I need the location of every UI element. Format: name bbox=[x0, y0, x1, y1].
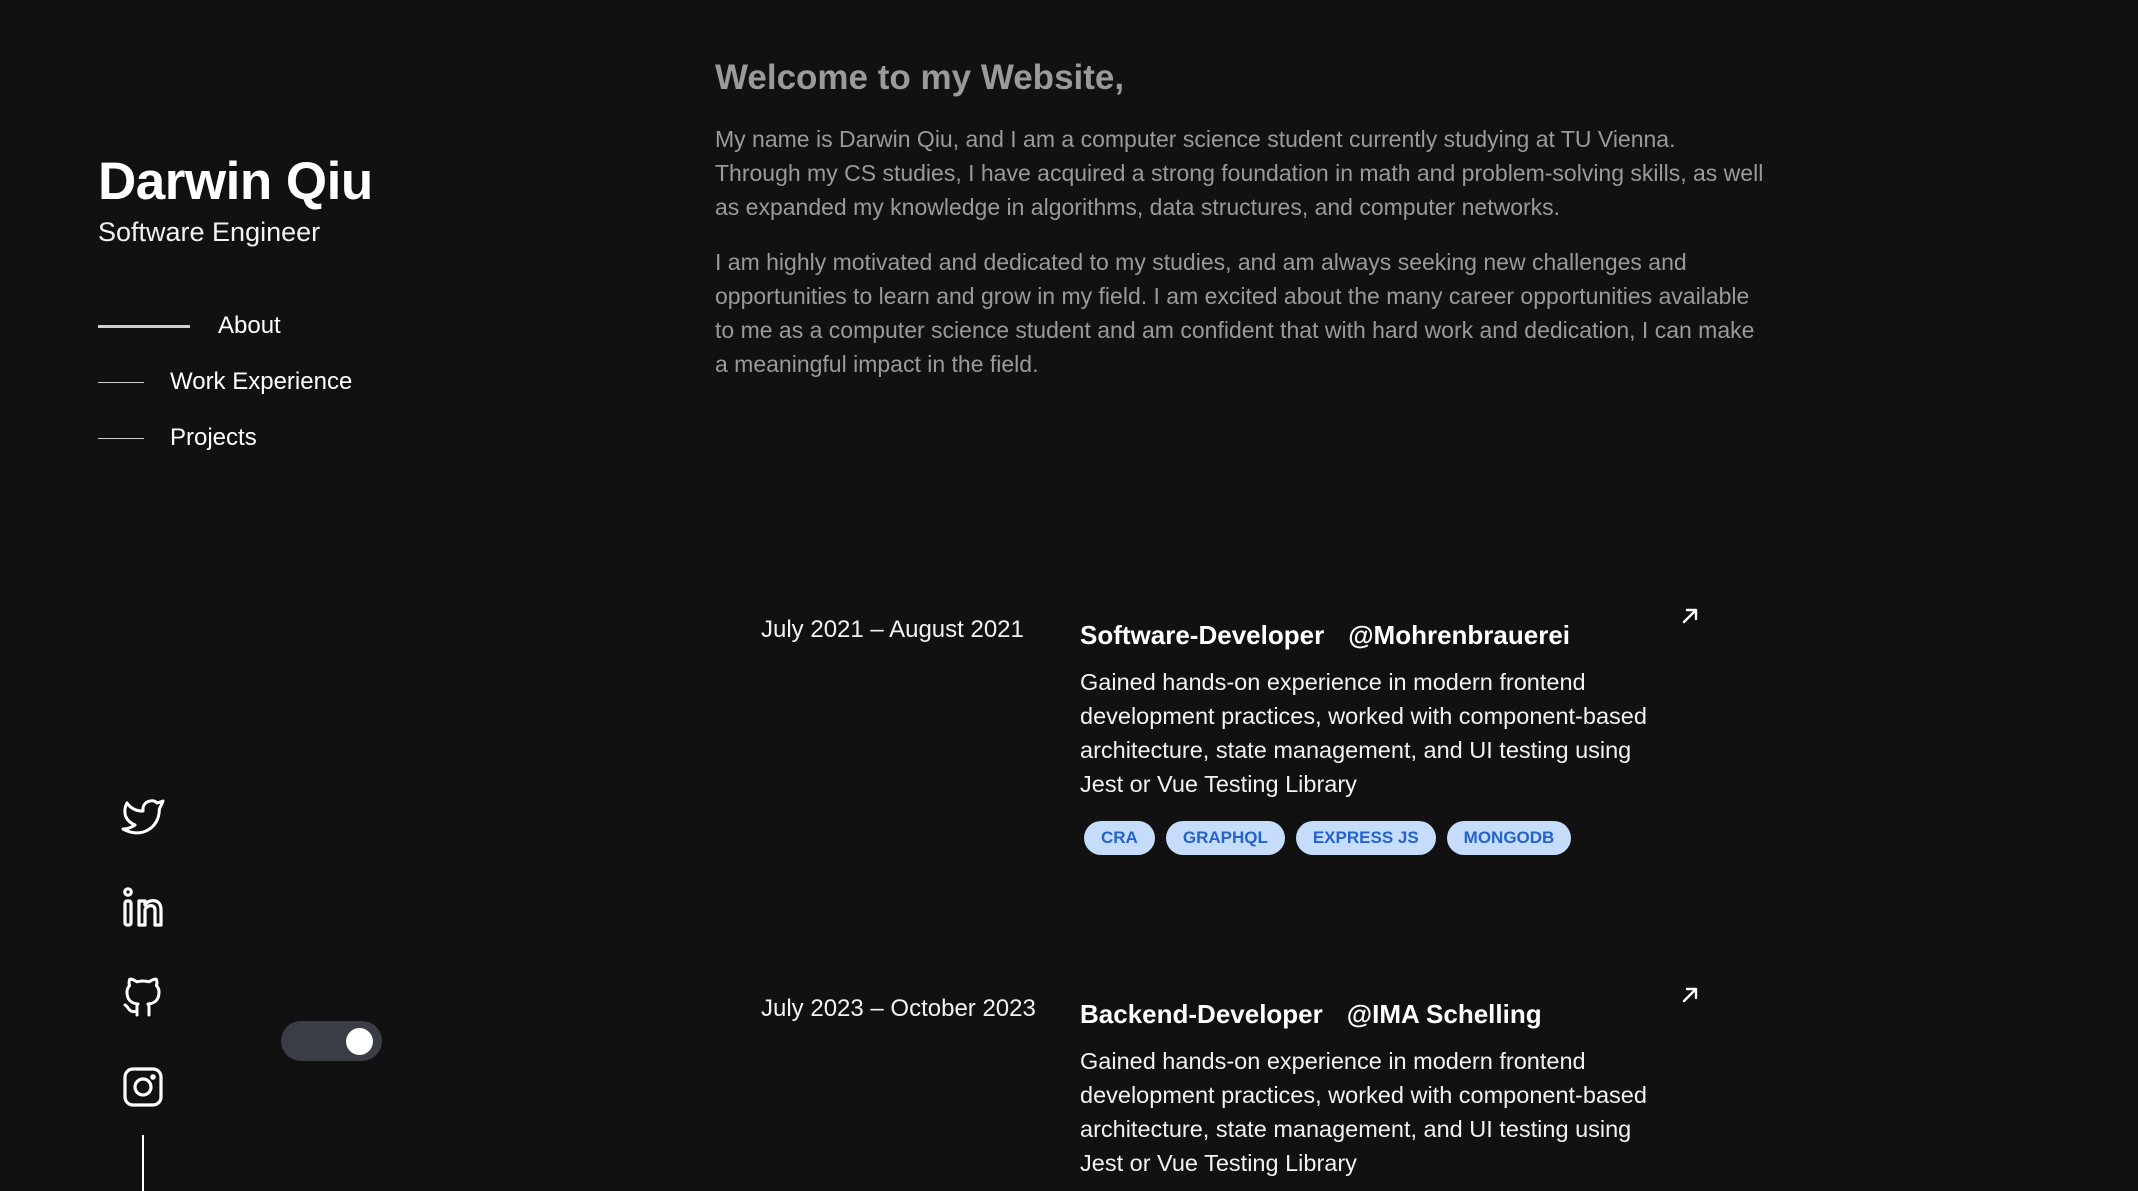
experience-description: Gained hands-on experience in modern fro… bbox=[1080, 1048, 1647, 1176]
instagram-link[interactable] bbox=[118, 1062, 168, 1112]
tag-graphql[interactable]: GRAPHQL bbox=[1165, 821, 1285, 855]
nav-item-label: Work Experience bbox=[170, 368, 353, 395]
experience-title: Backend-Developer @IMA Schelling bbox=[1080, 996, 1680, 1032]
toggle-knob bbox=[346, 1028, 373, 1055]
company-name: @Mohrenbrauerei bbox=[1348, 620, 1571, 650]
nav-item-label: Projects bbox=[170, 424, 257, 451]
experience-body: Backend-Developer @IMA Schelling Gained h… bbox=[1080, 995, 1680, 1180]
nav-indicator bbox=[98, 324, 190, 328]
github-link[interactable] bbox=[118, 972, 168, 1022]
nav-indicator bbox=[98, 381, 144, 383]
about-section: Welcome to my Website, My name is Darwin… bbox=[715, 54, 1765, 402]
experience-date: July 2021 – August 2021 bbox=[761, 616, 1024, 643]
job-title: Software-Developer bbox=[1080, 620, 1325, 650]
experience-date: July 2023 – October 2023 bbox=[761, 995, 1036, 1022]
linkedin-icon bbox=[123, 887, 163, 927]
experience-body: Software-Developer @Mohrenbrauerei Gained… bbox=[1080, 616, 1680, 855]
profile-role: Software Engineer bbox=[98, 217, 321, 247]
social-divider-line bbox=[142, 1135, 144, 1191]
instagram-icon bbox=[123, 1067, 163, 1107]
tech-tags: CRA GRAPHQL EXPRESS JS MONGODB bbox=[1084, 821, 1680, 855]
nav-item-projects[interactable]: Projects bbox=[98, 418, 352, 458]
nav-indicator bbox=[98, 437, 144, 439]
external-link-arrow-icon[interactable] bbox=[1678, 983, 1702, 1007]
about-paragraph: I am highly motivated and dedicated to m… bbox=[715, 249, 1755, 377]
theme-toggle[interactable] bbox=[281, 1021, 382, 1061]
github-icon bbox=[123, 977, 161, 1017]
about-heading: Welcome to my Website, bbox=[715, 58, 1125, 97]
tag-cra[interactable]: CRA bbox=[1084, 821, 1155, 855]
section-nav: About Work Experience Projects bbox=[98, 306, 352, 474]
about-paragraph: My name is Darwin Qiu, and I am a comput… bbox=[715, 126, 1764, 220]
nav-item-work-experience[interactable]: Work Experience bbox=[98, 362, 352, 402]
portfolio-page: Darwin Qiu Software Engineer About Work … bbox=[0, 0, 2138, 1191]
tag-express-js[interactable]: EXPRESS JS bbox=[1295, 821, 1436, 855]
twitter-link[interactable] bbox=[118, 792, 168, 842]
nav-item-label: About bbox=[218, 312, 281, 339]
tag-mongodb[interactable]: MONGODB bbox=[1446, 821, 1572, 855]
twitter-icon bbox=[121, 799, 165, 835]
company-name: @IMA Schelling bbox=[1346, 999, 1542, 1029]
experience-description: Gained hands-on experience in modern fro… bbox=[1080, 669, 1647, 797]
job-title: Backend-Developer bbox=[1080, 999, 1323, 1029]
profile-name: Darwin Qiu bbox=[98, 152, 373, 211]
external-link-arrow-icon[interactable] bbox=[1678, 604, 1702, 628]
social-links bbox=[118, 792, 170, 1152]
experience-title: Software-Developer @Mohrenbrauerei bbox=[1080, 617, 1680, 653]
nav-item-about[interactable]: About bbox=[98, 306, 352, 346]
linkedin-link[interactable] bbox=[118, 882, 168, 932]
